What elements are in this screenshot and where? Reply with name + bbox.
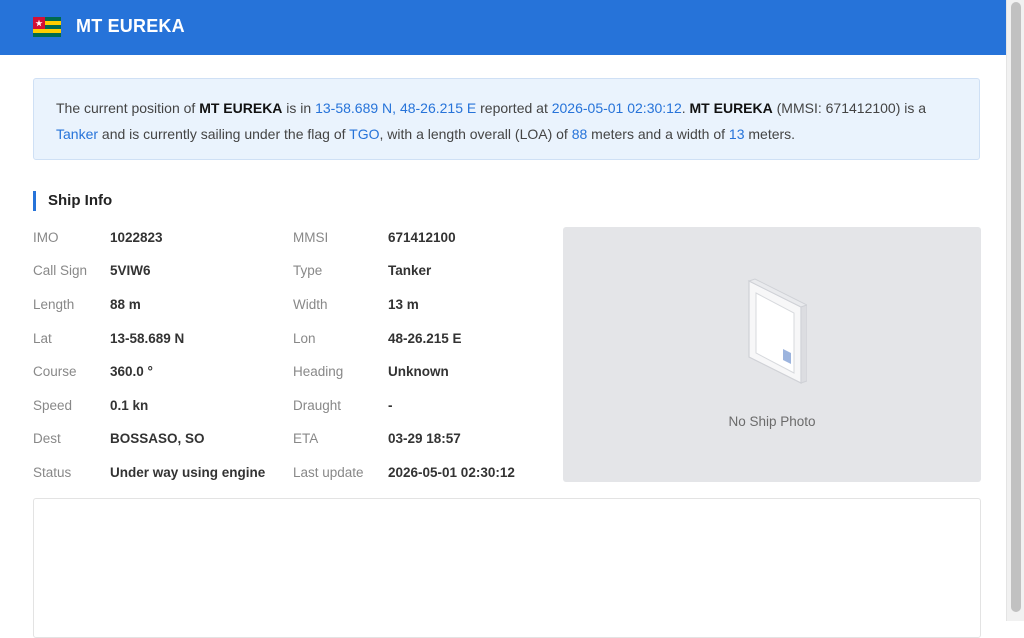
info-value-width: 13 m: [388, 297, 419, 312]
info-value-lon: 48-26.215 E: [388, 331, 462, 346]
summary-text: and is currently sailing under the flag …: [98, 126, 350, 142]
ship-header: MT EUREKA: [0, 0, 1007, 55]
info-value-imo: 1022823: [110, 230, 163, 245]
scrollbar-thumb[interactable]: [1011, 2, 1021, 612]
info-value-status: Under way using engine: [110, 465, 266, 480]
info-value-lat: 13-58.689 N: [110, 331, 185, 346]
info-label-lon: Lon: [293, 331, 316, 346]
info-label-eta: ETA: [293, 431, 319, 446]
info-label-width: Width: [293, 297, 328, 312]
summary-text: meters and a width of: [587, 126, 729, 142]
summary-ship-name: MT EUREKA: [689, 100, 773, 116]
togo-flag-icon: [33, 17, 61, 37]
summary-text: (MMSI: 671412100) is a: [772, 100, 927, 116]
summary-width: 13: [728, 126, 745, 142]
ship-info-heading: Ship Info: [33, 191, 112, 211]
page-scrollbar[interactable]: [1006, 0, 1024, 621]
summary-text: reported at: [476, 100, 552, 116]
summary-flag-link[interactable]: TGO: [349, 126, 379, 142]
summary-text: The current position of: [56, 100, 200, 116]
info-label-imo: IMO: [33, 230, 59, 245]
info-label-course: Course: [33, 364, 77, 379]
info-value-draught: -: [388, 398, 393, 413]
summary-type-link[interactable]: Tanker: [56, 126, 98, 142]
position-summary: The current position of MT EUREKA is in …: [33, 78, 980, 160]
info-label-type: Type: [293, 263, 323, 278]
summary-text: is in: [282, 100, 316, 116]
info-value-dest: BOSSASO, SO: [110, 431, 205, 446]
info-label-call-sign: Call Sign: [33, 263, 88, 278]
info-value-mmsi: 671412100: [388, 230, 456, 245]
info-label-lat: Lat: [33, 331, 52, 346]
info-value-length: 88 m: [110, 297, 141, 312]
no-photo-caption: No Ship Photo: [728, 414, 816, 429]
info-value-type: Tanker: [388, 263, 432, 278]
ship-photo-placeholder: No Ship Photo: [563, 227, 981, 482]
picture-frame-icon: [747, 278, 807, 384]
summary-ship-name: MT EUREKA: [199, 100, 283, 116]
ship-name-title: MT EUREKA: [76, 16, 185, 36]
info-label-last-update: Last update: [293, 465, 364, 480]
info-label-speed: Speed: [33, 398, 73, 413]
info-value-heading: Unknown: [388, 364, 449, 379]
info-value-course: 360.0 °: [110, 364, 153, 379]
map-panel[interactable]: [33, 498, 981, 638]
summary-reported-time: 2026-05-01 02:30:12: [551, 100, 682, 116]
info-value-call-sign: 5VIW6: [110, 263, 151, 278]
info-value-last-update: 2026-05-01 02:30:12: [388, 465, 515, 480]
summary-text: meters.: [744, 126, 796, 142]
summary-position-link[interactable]: 13-58.689 N, 48-26.215 E: [315, 100, 476, 116]
summary-length: 88: [571, 126, 588, 142]
info-label-status: Status: [33, 465, 72, 480]
info-label-length: Length: [33, 297, 75, 312]
info-value-speed: 0.1 kn: [110, 398, 149, 413]
summary-text: , with a length overall (LOA) of: [379, 126, 572, 142]
info-label-dest: Dest: [33, 431, 61, 446]
info-label-draught: Draught: [293, 398, 342, 413]
info-label-mmsi: MMSI: [293, 230, 329, 245]
summary-text: .: [681, 100, 690, 116]
info-value-eta: 03-29 18:57: [388, 431, 461, 446]
info-label-heading: Heading: [293, 364, 344, 379]
